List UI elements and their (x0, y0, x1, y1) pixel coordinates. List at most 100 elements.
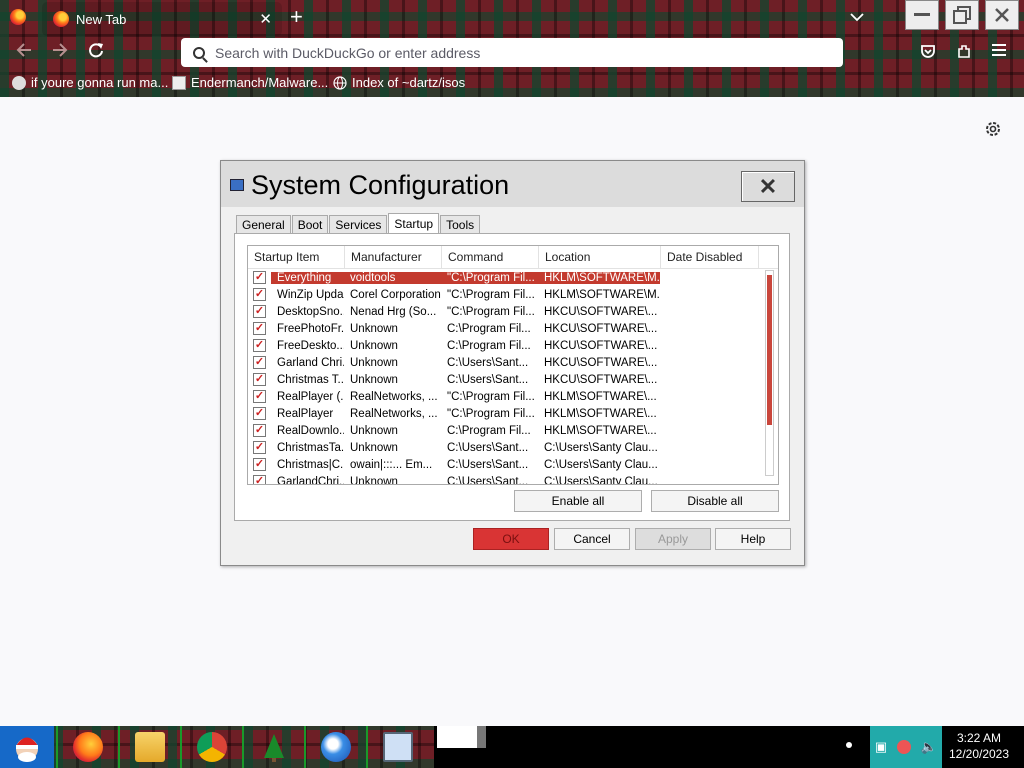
taskbar-thunderbird-icon[interactable] (304, 726, 366, 768)
system-configuration-dialog: System Configuration ✕ General Boot Serv… (220, 160, 805, 566)
cell-manufacturer: Nenad Hrg (So... (350, 305, 437, 318)
table-row[interactable]: ✓ ChristmasTa... Unknown C:\Users\Sant... C:… (248, 439, 778, 456)
table-row[interactable]: ✓ RealPlayer RealNetworks, ... "C:\Program … (248, 405, 778, 422)
startup-item-checkbox[interactable]: ✓ (253, 475, 266, 484)
table-row[interactable]: ✓ Everything voidtools "C:\Program Fil... HK… (248, 269, 778, 286)
column-location[interactable]: Location (539, 246, 661, 268)
cell-item: Garland Chri... (277, 356, 344, 369)
enable-all-button[interactable]: Enable all (514, 490, 642, 512)
cell-item: RealPlayer (... (277, 390, 344, 403)
table-row[interactable]: ✓ Garland Chri... Unknown C:\Users\Sant... H… (248, 354, 778, 371)
back-icon[interactable] (16, 42, 32, 63)
cell-item: RealPlayer (277, 407, 334, 420)
list-tabs-chevron-icon[interactable] (850, 9, 864, 25)
startup-item-checkbox[interactable]: ✓ (253, 390, 266, 403)
cancel-button[interactable]: Cancel (554, 528, 630, 550)
new-tab-button[interactable]: + (290, 5, 303, 29)
globe-icon (333, 75, 347, 90)
forward-icon[interactable] (52, 42, 68, 63)
startup-item-checkbox[interactable]: ✓ (253, 356, 266, 369)
cell-item: RealDownlo... (277, 424, 344, 437)
start-button[interactable] (0, 726, 54, 768)
disable-all-button[interactable]: Disable all (651, 490, 779, 512)
table-row[interactable]: ✓ WinZip Upda... Corel Corporation "C:\Prog… (248, 286, 778, 303)
table-row[interactable]: ✓ RealDownlo... Unknown C:\Program Fil... HK… (248, 422, 778, 439)
startup-item-checkbox[interactable]: ✓ (253, 373, 266, 386)
column-date-disabled[interactable]: Date Disabled (661, 246, 759, 268)
list-scrollbar[interactable] (765, 270, 774, 476)
address-bar[interactable]: Search with DuckDuckGo or enter address (181, 38, 843, 67)
minimize-button[interactable] (905, 0, 939, 30)
firefox-menu-icon[interactable] (10, 9, 26, 25)
tray-firefox-icon[interactable] (897, 740, 912, 754)
startup-item-checkbox[interactable]: ✓ (253, 322, 266, 335)
ok-button[interactable]: OK (473, 528, 549, 550)
tab-services[interactable]: Services (329, 215, 388, 234)
bookmark-item[interactable]: if youre gonna run ma... (12, 75, 168, 90)
cell-location: HKCU\SOFTWARE\... (544, 373, 658, 386)
tab-startup[interactable]: Startup (388, 213, 440, 234)
taskbar-christmas-tree-icon[interactable] (242, 726, 304, 768)
window-close-button[interactable] (985, 0, 1019, 30)
taskbar-divider (477, 726, 486, 748)
cell-manufacturer: Unknown (350, 424, 398, 437)
restore-button[interactable] (945, 0, 979, 30)
firefox-tab-icon (53, 11, 69, 27)
cell-manufacturer: Unknown (350, 356, 398, 369)
tray-network-icon[interactable]: ▣ (875, 739, 887, 755)
startup-item-checkbox[interactable]: ✓ (253, 458, 266, 471)
cell-command: C:\Users\Sant... (447, 475, 529, 485)
apply-button[interactable]: Apply (635, 528, 711, 550)
cell-manufacturer: Unknown (350, 441, 398, 454)
cell-location: HKCU\SOFTWARE\... (544, 322, 658, 335)
column-command[interactable]: Command (442, 246, 539, 268)
startup-item-checkbox[interactable]: ✓ (253, 407, 266, 420)
scrollbar-thumb[interactable] (767, 275, 772, 425)
cell-location: HKLM\SOFTWARE\M... (544, 288, 660, 301)
taskbar-window-preview[interactable] (437, 726, 477, 748)
pocket-icon[interactable] (920, 43, 936, 64)
tray-volume-icon[interactable]: 🔈 (921, 739, 937, 755)
dialog-title-bar[interactable]: System Configuration ✕ (221, 161, 804, 207)
bookmark-item[interactable]: Index of ~dartz/isos (333, 75, 465, 90)
startup-item-checkbox[interactable]: ✓ (253, 441, 266, 454)
taskbar-chrome-icon[interactable] (180, 726, 242, 768)
table-row[interactable]: ✓ GarlandChri... Unknown C:\Users\Sant... C:… (248, 473, 778, 485)
table-row[interactable]: ✓ Christmas T... Unknown C:\Users\Sant... HK… (248, 371, 778, 388)
column-manufacturer[interactable]: Manufacturer (345, 246, 442, 268)
table-row[interactable]: ✓ DesktopSno... Nenad Hrg (So... "C:\Progra… (248, 303, 778, 320)
cell-manufacturer: Unknown (350, 339, 398, 352)
tab-general[interactable]: General (236, 215, 291, 234)
taskbar-firefox-icon[interactable] (56, 726, 118, 768)
tab-boot[interactable]: Boot (291, 215, 329, 234)
table-row[interactable]: ✓ FreePhotoFr... Unknown C:\Program Fil... H… (248, 320, 778, 337)
tab-tools[interactable]: Tools (440, 215, 481, 234)
startup-item-checkbox[interactable]: ✓ (253, 305, 266, 318)
cell-command: C:\Users\Sant... (447, 441, 529, 454)
dialog-close-button[interactable]: ✕ (741, 171, 795, 202)
table-row[interactable]: ✓ FreeDeskto... Unknown C:\Program Fil... HK… (248, 337, 778, 354)
tab-close-icon[interactable]: ✕ (259, 10, 272, 28)
taskbar-msconfig-icon[interactable] (366, 726, 428, 768)
startup-item-checkbox[interactable]: ✓ (253, 339, 266, 352)
table-row[interactable]: ✓ RealPlayer (... RealNetworks, ... "C:\Pro… (248, 388, 778, 405)
taskbar-clock[interactable]: 3:22 AM 12/20/2023 (944, 730, 1014, 762)
help-button[interactable]: Help (715, 528, 791, 550)
bookmark-item[interactable]: Endermanch/Malware... (172, 75, 328, 90)
table-row[interactable]: ✓ Christmas|C... owain|:::... Em... C:\User… (248, 456, 778, 473)
column-startup-item[interactable]: Startup Item (248, 246, 345, 268)
startup-list[interactable]: Startup Item Manufacturer Command Locati… (247, 245, 779, 485)
cell-command: C:\Program Fil... (447, 424, 531, 437)
cell-location: HKLM\SOFTWARE\M... (538, 271, 660, 284)
startup-item-checkbox[interactable]: ✓ (253, 424, 266, 437)
cell-item: Christmas T... (277, 373, 344, 386)
reload-icon[interactable] (88, 42, 104, 63)
startup-item-checkbox[interactable]: ✓ (253, 271, 266, 284)
startup-item-checkbox[interactable]: ✓ (253, 288, 266, 301)
extensions-icon[interactable] (956, 43, 972, 64)
menu-icon[interactable] (992, 43, 1008, 62)
settings-gear-icon[interactable] (984, 120, 1002, 143)
tab-new-tab[interactable]: New Tab ✕ (42, 2, 282, 36)
bookmark-label: Endermanch/Malware... (191, 75, 329, 90)
taskbar-file-explorer-icon[interactable] (118, 726, 180, 768)
